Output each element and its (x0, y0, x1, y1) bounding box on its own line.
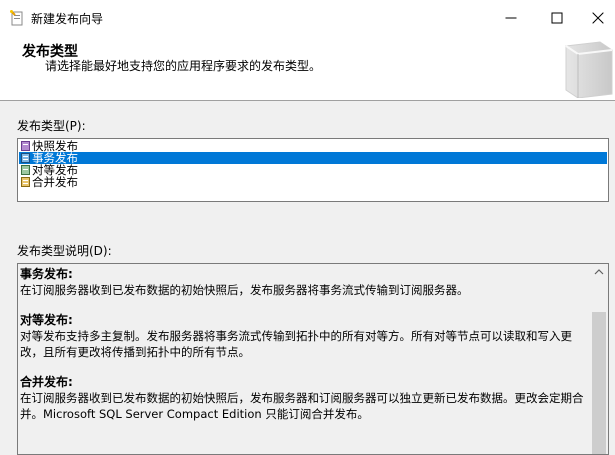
section-heading: 合并发布: (20, 375, 73, 389)
minimize-button[interactable] (488, 0, 534, 36)
scroll-thumb[interactable] (592, 312, 606, 454)
maximize-button[interactable] (534, 0, 580, 36)
section-text: 对等发布支持多主复制。发布服务器将事务流式传输到拓扑中的所有对等方。所有对等节点… (20, 329, 572, 359)
list-item-merge[interactable]: 合并发布 (19, 176, 607, 188)
publication-type-label: 发布类型(P): (17, 119, 86, 133)
section-heading: 事务发布: (20, 267, 73, 281)
description-content: 事务发布: 在订阅服务器收到已发布数据的初始快照后，发布服务器将事务流式传输到订… (20, 266, 588, 436)
description-section: 合并发布: 在订阅服务器收到已发布数据的初始快照后，发布服务器和订阅服务器可以独… (20, 374, 588, 422)
section-text: 在订阅服务器收到已发布数据的初始快照后，发布服务器将事务流式传输到订阅服务器。 (20, 283, 469, 297)
list-item-peer-to-peer[interactable]: 对等发布 (19, 164, 607, 176)
peer-to-peer-icon (21, 165, 30, 175)
maximize-icon (551, 12, 563, 24)
publication-type-list[interactable]: 快照发布 事务发布 对等发布 合并发布 (17, 138, 609, 202)
section-text: 在订阅服务器收到已发布数据的初始快照后，发布服务器和订阅服务器可以独立更新已发布… (20, 391, 584, 421)
merge-icon (21, 177, 30, 187)
window-title: 新建发布向导 (31, 12, 104, 26)
scroll-up-button[interactable] (591, 264, 607, 281)
server-graphic-icon (560, 40, 615, 99)
page-subtitle: 请选择能最好地支持您的应用程序要求的发布类型。 (45, 59, 322, 73)
description-section: 事务发布: 在订阅服务器收到已发布数据的初始快照后，发布服务器将事务流式传输到订… (20, 266, 588, 298)
description-box[interactable]: 事务发布: 在订阅服务器收到已发布数据的初始快照后，发布服务器将事务流式传输到订… (17, 263, 609, 455)
wizard-icon (10, 10, 24, 26)
section-heading: 对等发布: (20, 313, 73, 327)
vertical-scrollbar[interactable] (591, 264, 607, 454)
close-button[interactable] (580, 0, 615, 36)
description-section: 对等发布: 对等发布支持多主复制。发布服务器将事务流式传输到拓扑中的所有对等方。… (20, 312, 588, 360)
wizard-header: 发布类型 请选择能最好地支持您的应用程序要求的发布类型。 (0, 36, 615, 101)
transactional-icon (21, 153, 30, 163)
list-item-transactional[interactable]: 事务发布 (19, 152, 607, 164)
snapshot-icon (21, 141, 30, 151)
chevron-up-icon (594, 269, 604, 275)
minimize-icon (505, 17, 517, 19)
description-label: 发布类型说明(D): (17, 244, 112, 258)
list-item-snapshot[interactable]: 快照发布 (19, 140, 607, 152)
close-icon (592, 12, 603, 24)
title-bar: 新建发布向导 (0, 0, 615, 36)
